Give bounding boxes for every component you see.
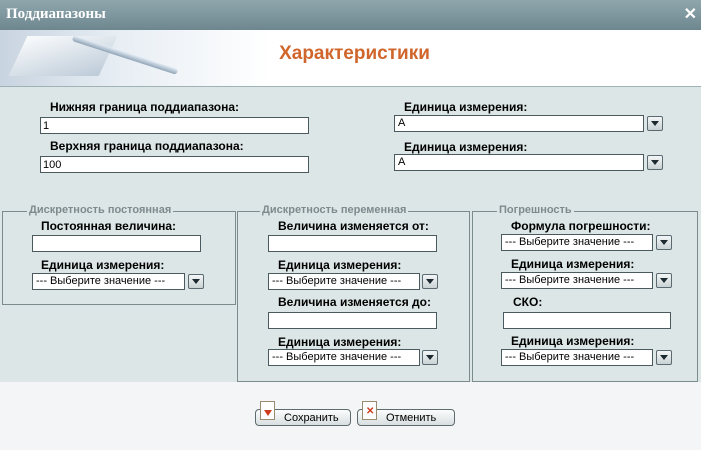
fixed-unit-label: Единица измерения: xyxy=(41,258,165,272)
cancel-icon xyxy=(362,401,377,420)
chevron-down-icon[interactable] xyxy=(647,155,663,170)
upper-bound-label: Верхняя граница поддиапазона: xyxy=(50,139,244,153)
error-unit-label-1: Единица измерения: xyxy=(511,257,635,271)
variable-discreteness-group: Дискретность переменная Величина изменяе… xyxy=(237,204,470,382)
varies-to-label: Величина изменяется до: xyxy=(278,295,431,309)
constant-value-label: Постоянная величина: xyxy=(41,219,177,233)
varies-from-input[interactable] xyxy=(268,235,437,252)
unit-label-2: Единица измерения: xyxy=(404,140,528,154)
header: Характеристики xyxy=(0,30,701,87)
fixed-discreteness-legend: Дискретность постоянная xyxy=(27,204,174,216)
error-unit-select-2[interactable]: --- Выберите значение --- xyxy=(501,349,653,366)
error-formula-label: Формула погрешности: xyxy=(511,219,651,233)
chevron-down-icon[interactable] xyxy=(656,273,672,288)
content-panel: Нижняя граница поддиапазона: 1 Верхняя г… xyxy=(0,87,701,382)
title-bar: Поддиапазоны ✕ xyxy=(0,0,701,30)
chevron-down-icon[interactable] xyxy=(188,274,204,289)
sko-label: СКО: xyxy=(513,295,543,309)
unit-to-label: Единица измерения: xyxy=(278,335,402,349)
chevron-down-icon[interactable] xyxy=(422,350,438,365)
button-bar: Сохранить Отменить xyxy=(0,382,701,450)
fixed-discreteness-group: Дискретность постоянная Постоянная велич… xyxy=(2,204,236,305)
error-formula-select[interactable]: --- Выберите значение --- xyxy=(501,234,653,251)
varies-to-input[interactable] xyxy=(268,312,437,329)
chevron-down-icon[interactable] xyxy=(422,274,438,289)
error-legend: Погрешность xyxy=(497,204,574,216)
cancel-button[interactable]: Отменить xyxy=(357,401,455,426)
fixed-unit-select[interactable]: --- Выберите значение --- xyxy=(32,273,185,290)
cancel-button-label: Отменить xyxy=(386,412,437,424)
chevron-down-icon[interactable] xyxy=(656,235,672,250)
save-button[interactable]: Сохранить xyxy=(255,401,351,426)
chevron-down-icon[interactable] xyxy=(656,350,672,365)
variable-discreteness-legend: Дискретность переменная xyxy=(260,204,409,216)
upper-bound-input[interactable]: 100 xyxy=(40,156,309,173)
error-unit-label-2: Единица измерения: xyxy=(511,334,635,348)
unit-select-1[interactable]: А xyxy=(394,115,644,132)
error-group: Погрешность Формула погрешности: --- Выб… xyxy=(472,204,698,382)
unit-label-1: Единица измерения: xyxy=(404,100,528,114)
chevron-down-icon[interactable] xyxy=(647,116,663,131)
constant-value-input[interactable] xyxy=(32,235,201,252)
varies-from-label: Величина изменяется от: xyxy=(278,219,429,233)
error-unit-select-1[interactable]: --- Выберите значение --- xyxy=(501,272,653,289)
page-heading: Характеристики xyxy=(279,43,430,64)
lower-bound-label: Нижняя граница поддиапазона: xyxy=(50,100,239,114)
save-button-label: Сохранить xyxy=(284,412,339,424)
close-icon[interactable]: ✕ xyxy=(684,4,697,24)
unit-select-2[interactable]: А xyxy=(394,154,644,171)
lower-bound-input[interactable]: 1 xyxy=(40,117,309,134)
window-title: Поддиапазоны xyxy=(6,6,106,22)
save-icon xyxy=(260,401,275,420)
unit-from-label: Единица измерения: xyxy=(278,258,402,272)
unit-to-select[interactable]: --- Выберите значение --- xyxy=(268,349,420,366)
sko-input[interactable] xyxy=(503,312,671,329)
unit-from-select[interactable]: --- Выберите значение --- xyxy=(268,273,420,290)
